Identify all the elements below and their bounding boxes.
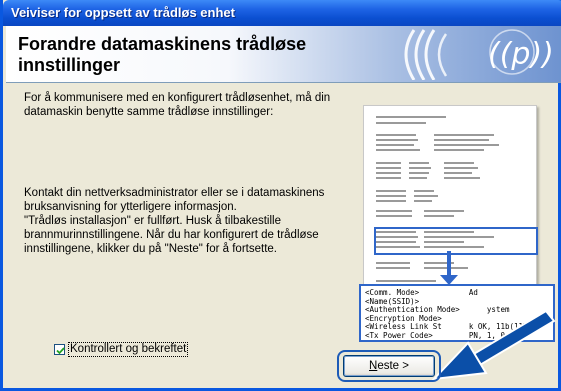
wireless-logo-icon: ((p))	[404, 29, 554, 80]
info-text: Kontakt din nettverksadministrator eller…	[24, 187, 325, 255]
confirm-checkbox-label[interactable]: Kontrollert og bekreftet	[68, 342, 189, 357]
wizard-content: For å kommunisere med en konfigurert trå…	[6, 83, 561, 388]
zoom-line: <Tx Power Code> PN, 1, 0	[365, 330, 505, 340]
confirm-checkbox-row[interactable]: Kontrollert og bekreftet	[54, 342, 189, 357]
zoomed-settings-detail: <Comm. Mode> Ad <Name(SSID)> <Authenticati…	[359, 284, 555, 342]
wizard-window: Veiviser for oppsett av trådløs enhet Fo…	[0, 0, 561, 391]
settings-printout-image	[363, 105, 538, 307]
instruction-text: For å kommunisere med en konfigurert trå…	[24, 92, 331, 118]
checkmark-icon	[56, 347, 65, 355]
wizard-banner: Forandre datamaskinens trådløse innstill…	[6, 26, 561, 83]
confirm-checkbox[interactable]	[54, 344, 65, 355]
title-bar[interactable]: Veiviser for oppsett av trådløs enhet	[3, 0, 561, 26]
window-title: Veiviser for oppsett av trådløs enhet	[11, 5, 235, 20]
next-button[interactable]: Neste >	[343, 355, 435, 377]
page-title: Forandre datamaskinens trådløse innstill…	[18, 34, 307, 75]
svg-text:((p)): ((p))	[488, 37, 554, 72]
highlight-box	[374, 227, 538, 255]
